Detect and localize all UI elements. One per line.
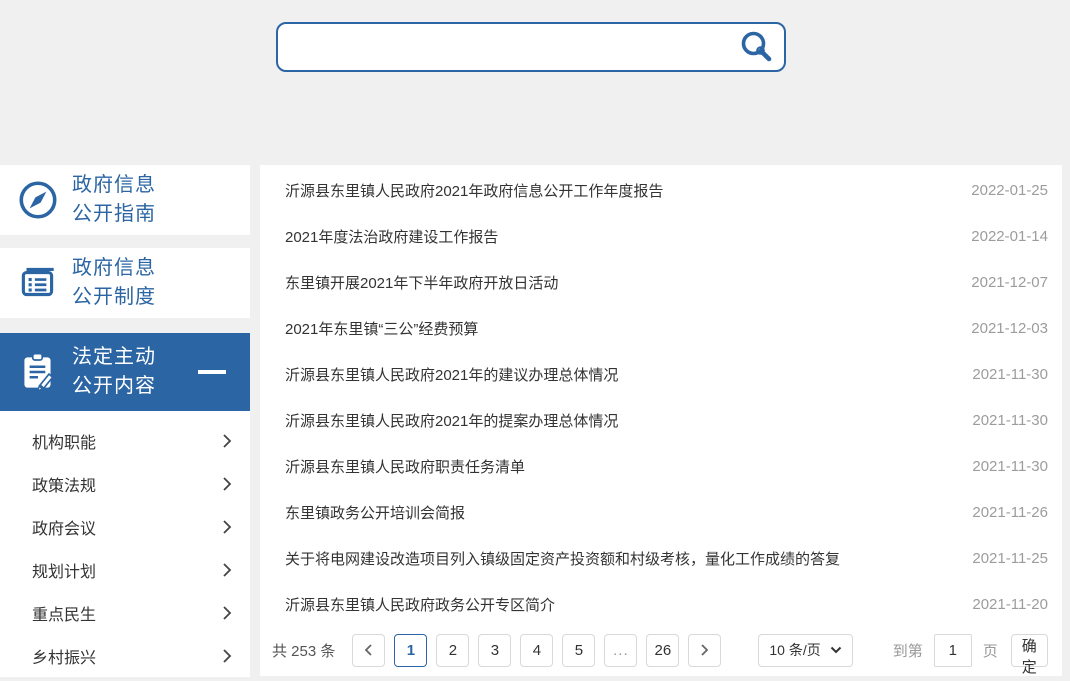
jump-prefix-label: 到第	[893, 640, 923, 661]
article-date: 2021-12-07	[971, 274, 1048, 291]
article-title-link[interactable]: 沂源县东里镇人民政府职责任务清单	[285, 456, 952, 477]
next-page-button[interactable]	[688, 634, 721, 667]
article-title-link[interactable]: 关于将电网建设改造项目列入镇级固定资产投资额和村级考核，量化工作成绩的答复	[285, 548, 952, 569]
clipboard-pen-icon	[14, 349, 62, 395]
article-date: 2021-11-26	[972, 504, 1048, 521]
list-item[interactable]: 2021年度法治政府建设工作报告 2022-01-14	[260, 213, 1062, 259]
pagination-bar: 共 253 条 1 2 3 4 5 ... 26 10 条/页 到第 页	[260, 627, 1062, 681]
sidebar-subitem-rural-revitalization[interactable]: 乡村振兴	[0, 634, 250, 677]
list-item[interactable]: 沂源县东里镇人民政府2021年的建议办理总体情况 2021-11-30	[260, 351, 1062, 397]
search-box	[276, 22, 786, 72]
article-title-link[interactable]: 沂源县东里镇人民政府政务公开专区简介	[285, 594, 952, 615]
search-button[interactable]	[734, 29, 784, 65]
sidebar-subitem-gov-meetings[interactable]: 政府会议	[0, 505, 250, 548]
list-item[interactable]: 沂源县东里镇人民政府政务公开专区简介 2021-11-20	[260, 581, 1062, 627]
chevron-right-icon	[222, 476, 232, 492]
article-date: 2021-11-30	[972, 458, 1048, 475]
sidebar-subitem-planning[interactable]: 规划计划	[0, 548, 250, 591]
page-ellipsis-button[interactable]: ...	[604, 634, 637, 667]
page-button-26[interactable]: 26	[646, 634, 679, 667]
sidebar-submenu: 机构职能 政策法规 政府会议 规划计划 重点民生	[0, 411, 250, 677]
sidebar: 政府信息 公开指南 政府信息 公开制度	[0, 165, 250, 676]
list-item[interactable]: 东里镇开展2021年下半年政府开放日活动 2021-12-07	[260, 259, 1062, 305]
article-title-link[interactable]: 沂源县东里镇人民政府2021年的建议办理总体情况	[285, 364, 952, 385]
article-title-link[interactable]: 沂源县东里镇人民政府2021年的提案办理总体情况	[285, 410, 952, 431]
article-date: 2021-11-30	[972, 412, 1048, 429]
article-date: 2021-12-03	[971, 320, 1048, 337]
collapse-minus-icon	[198, 370, 226, 374]
list-item[interactable]: 沂源县东里镇人民政府2021年的提案办理总体情况 2021-11-30	[260, 397, 1062, 443]
article-list-panel: 沂源县东里镇人民政府2021年政府信息公开工作年度报告 2022-01-25 2…	[260, 165, 1062, 676]
jump-suffix-label: 页	[983, 640, 998, 661]
list-item[interactable]: 沂源县东里镇人民政府2021年政府信息公开工作年度报告 2022-01-25	[260, 167, 1062, 213]
list-item[interactable]: 沂源县东里镇人民政府职责任务清单 2021-11-30	[260, 443, 1062, 489]
chevron-right-icon	[222, 519, 232, 535]
page-button-4[interactable]: 4	[520, 634, 553, 667]
subitem-label: 政策法规	[32, 472, 96, 496]
subitem-label: 规划计划	[32, 558, 96, 582]
page-button-2[interactable]: 2	[436, 634, 469, 667]
page-size-label: 10 条/页	[769, 640, 820, 660]
sidebar-item-gov-info-system[interactable]: 政府信息 公开制度	[0, 248, 250, 318]
search-input[interactable]	[278, 24, 734, 70]
chevron-right-icon	[222, 648, 232, 664]
chevron-right-icon	[222, 562, 232, 578]
jump-page-input[interactable]	[934, 634, 972, 667]
compass-icon	[14, 177, 62, 223]
subitem-label: 重点民生	[32, 601, 96, 625]
chevron-down-icon	[830, 646, 842, 654]
article-date: 2021-11-25	[972, 550, 1048, 567]
article-title-link[interactable]: 2021年东里镇“三公”经费预算	[285, 318, 951, 339]
article-list: 沂源县东里镇人民政府2021年政府信息公开工作年度报告 2022-01-25 2…	[260, 165, 1062, 627]
prev-page-button[interactable]	[352, 634, 385, 667]
subitem-label: 政府会议	[32, 515, 96, 539]
total-count-label: 共 253 条	[272, 640, 335, 661]
sidebar-subitem-policies[interactable]: 政策法规	[0, 462, 250, 505]
article-title-link[interactable]: 东里镇政务公开培训会简报	[285, 502, 952, 523]
page-button-3[interactable]: 3	[478, 634, 511, 667]
sidebar-gap	[0, 235, 250, 248]
sidebar-item-gov-info-guide[interactable]: 政府信息 公开指南	[0, 165, 250, 235]
page-button-5[interactable]: 5	[562, 634, 595, 667]
article-date: 2022-01-14	[971, 228, 1048, 245]
article-date: 2021-11-20	[972, 596, 1048, 613]
sidebar-item-label: 法定主动 公开内容	[72, 343, 156, 401]
article-title-link[interactable]: 东里镇开展2021年下半年政府开放日活动	[285, 272, 951, 293]
article-title-link[interactable]: 2021年度法治政府建设工作报告	[285, 226, 951, 247]
chevron-right-icon	[222, 433, 232, 449]
page-jump-group: 到第 页	[893, 634, 998, 667]
subitem-label: 机构职能	[32, 429, 96, 453]
article-title-link[interactable]: 沂源县东里镇人民政府2021年政府信息公开工作年度报告	[285, 180, 951, 201]
confirm-button[interactable]: 确定	[1011, 634, 1048, 667]
chevron-right-icon	[222, 605, 232, 621]
chevron-left-icon	[364, 643, 373, 657]
sidebar-subitem-org-functions[interactable]: 机构职能	[0, 419, 250, 462]
article-date: 2021-11-30	[972, 366, 1048, 383]
sidebar-item-label: 政府信息 公开指南	[72, 171, 156, 229]
chevron-right-icon	[700, 643, 709, 657]
list-item[interactable]: 2021年东里镇“三公”经费预算 2021-12-03	[260, 305, 1062, 351]
page-button-1[interactable]: 1	[394, 634, 427, 667]
sidebar-subitem-livelihood[interactable]: 重点民生	[0, 591, 250, 634]
notebook-icon	[14, 260, 62, 306]
page-size-select[interactable]: 10 条/页	[758, 634, 852, 667]
sidebar-gap	[0, 318, 250, 333]
sidebar-item-legal-disclosure[interactable]: 法定主动 公开内容	[0, 333, 250, 411]
article-date: 2022-01-25	[971, 182, 1048, 199]
list-item[interactable]: 东里镇政务公开培训会简报 2021-11-26	[260, 489, 1062, 535]
list-item[interactable]: 关于将电网建设改造项目列入镇级固定资产投资额和村级考核，量化工作成绩的答复 20…	[260, 535, 1062, 581]
sidebar-item-label: 政府信息 公开制度	[72, 254, 156, 312]
search-icon	[738, 29, 774, 65]
subitem-label: 乡村振兴	[32, 644, 96, 668]
